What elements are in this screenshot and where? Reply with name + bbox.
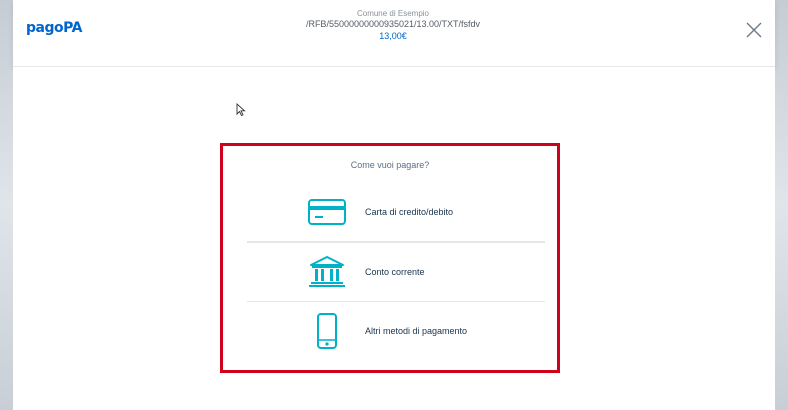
credit-card-icon xyxy=(307,192,347,232)
payment-window: pagoPA Comune di Esempio /RFB/5500000000… xyxy=(13,0,775,410)
method-credit-card[interactable]: Carta di credito/debito xyxy=(247,183,545,242)
method-label: Altri metodi di pagamento xyxy=(365,326,468,336)
payment-summary: Comune di Esempio /RFB/55000000000935021… xyxy=(243,8,543,42)
payment-reference: /RFB/55000000000935021/13.00/TXT/fsfdv xyxy=(305,19,481,29)
method-other[interactable]: Altri metodi di pagamento xyxy=(247,301,545,360)
payment-question: Come vuoi pagare? xyxy=(350,160,430,170)
header-bar: pagoPA Comune di Esempio /RFB/5500000000… xyxy=(13,0,775,67)
payment-methods-panel: Come vuoi pagare? Carta di credito/debit… xyxy=(220,143,560,373)
pagopa-logo: pagoPA xyxy=(26,20,82,36)
method-label: Carta di credito/debito xyxy=(365,207,454,217)
mouse-pointer-icon xyxy=(236,103,246,117)
background-left xyxy=(0,0,13,410)
payment-amount: 13,00€ xyxy=(379,31,407,41)
mobile-phone-icon xyxy=(307,311,347,351)
merchant-name: Comune di Esempio xyxy=(356,9,430,18)
bank-icon xyxy=(307,252,347,292)
method-label: Conto corrente xyxy=(365,267,425,277)
close-icon xyxy=(746,22,762,38)
method-bank-account[interactable]: Conto corrente xyxy=(247,242,545,302)
close-button[interactable] xyxy=(745,21,763,39)
main-content: Come vuoi pagare? Carta di credito/debit… xyxy=(13,67,775,410)
background-right xyxy=(775,0,788,410)
